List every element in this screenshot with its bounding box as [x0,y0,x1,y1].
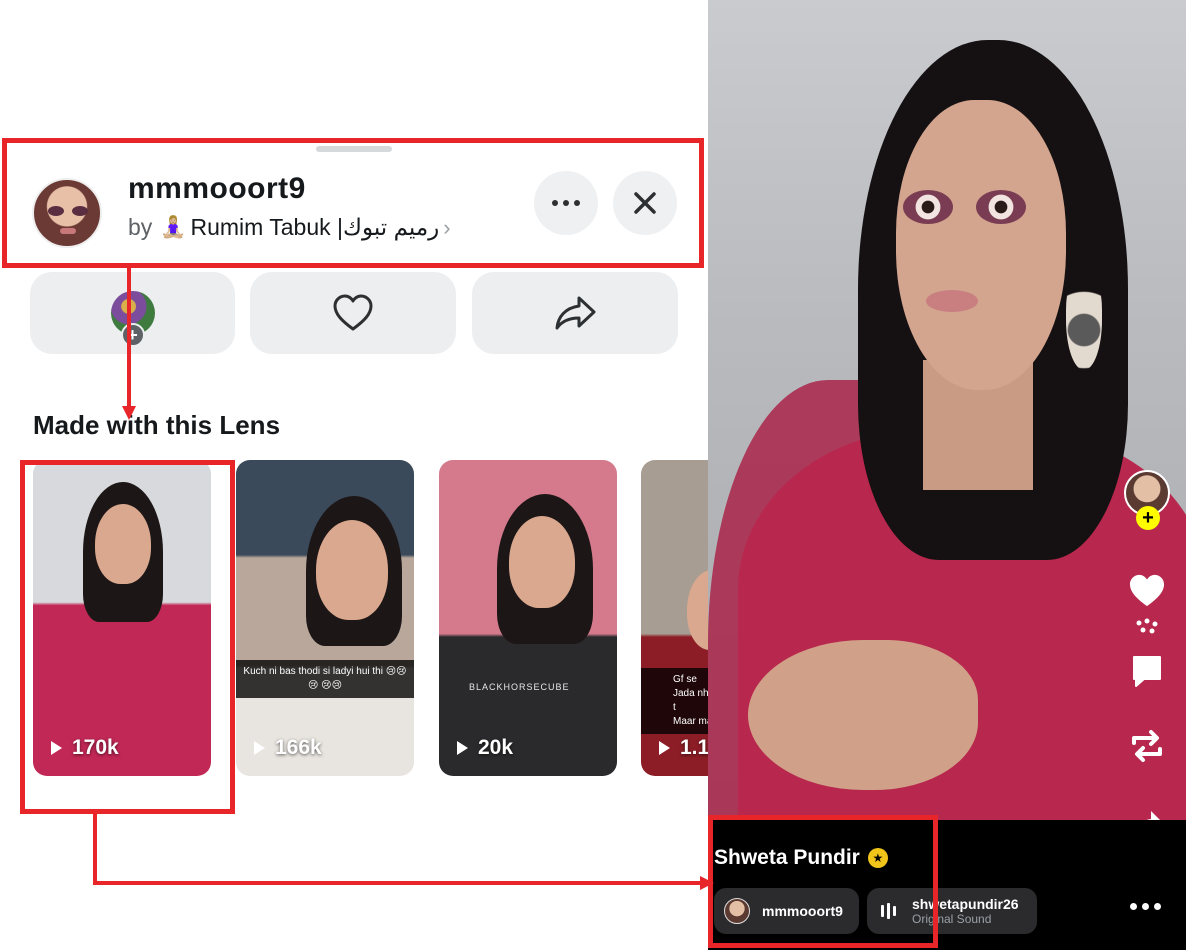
view-count: 1.1 [659,736,708,760]
video-eye-left [903,190,953,224]
view-count-label: 20k [478,736,514,759]
view-count-label: 166k [275,736,322,759]
remix-button[interactable] [1126,725,1168,767]
video-hand [748,640,978,790]
repost-icon [1132,730,1162,762]
video-eye-right [976,190,1026,224]
thumb-face [316,520,388,620]
annotation-box-thumbnail [20,460,235,814]
share-button[interactable] [472,272,678,354]
annotation-box-credit [708,815,938,948]
annotation-line-vertical [127,268,131,408]
like-button[interactable] [1126,570,1168,612]
play-icon [457,741,468,755]
view-count-label: 1.1 [680,736,708,759]
play-icon [659,741,670,755]
view-count: 166k [254,736,322,760]
annotation-line-down [93,814,97,884]
heart-icon [1129,574,1165,607]
shirt-print-text: BLACKHORSECUBE [469,682,570,692]
lens-video-thumbnail[interactable]: BLACKHORSECUBE 20k [439,460,617,776]
subscribe-plus-icon[interactable]: + [1136,506,1160,530]
plus-icon: + [120,323,145,347]
video-caption: Kuch ni bas thodi si ladyi hui thi 😢😢😢 😢… [236,660,414,698]
thumb-face [687,570,708,650]
share-arrow-icon [555,296,596,330]
annotation-line-across [93,881,703,885]
comment-button[interactable] [1126,650,1168,692]
annotation-box-header [2,138,704,268]
annotation-arrow-down [122,406,136,420]
made-with-lens-heading: Made with this Lens [33,410,281,440]
video-earring [1066,270,1102,370]
favorite-button[interactable] [250,272,456,354]
lens-video-thumbnail[interactable]: Gf se Jada nhi t Maar ma 1.1 [641,460,708,776]
play-icon [254,741,265,755]
chat-icon [1133,656,1161,687]
heart-outline-icon [333,294,373,331]
bitmoji-avatar: + [110,291,155,347]
sparkle-dots-icon [1126,616,1168,636]
send-snap-button[interactable]: + [30,272,235,354]
video-lips [926,290,978,312]
view-count: 20k [457,736,513,760]
thumb-face [509,516,575,608]
video-frame [708,0,1186,830]
video-player[interactable]: + Shweta Pundir ★ mmmooort9 shwetapundir… [708,0,1186,950]
video-face [896,100,1066,390]
video-caption: Gf se Jada nhi t Maar ma [641,668,708,734]
more-options-icon[interactable] [1130,903,1161,910]
lens-video-thumbnail[interactable]: Kuch ni bas thodi si ladyi hui thi 😢😢😢 😢… [236,460,414,776]
